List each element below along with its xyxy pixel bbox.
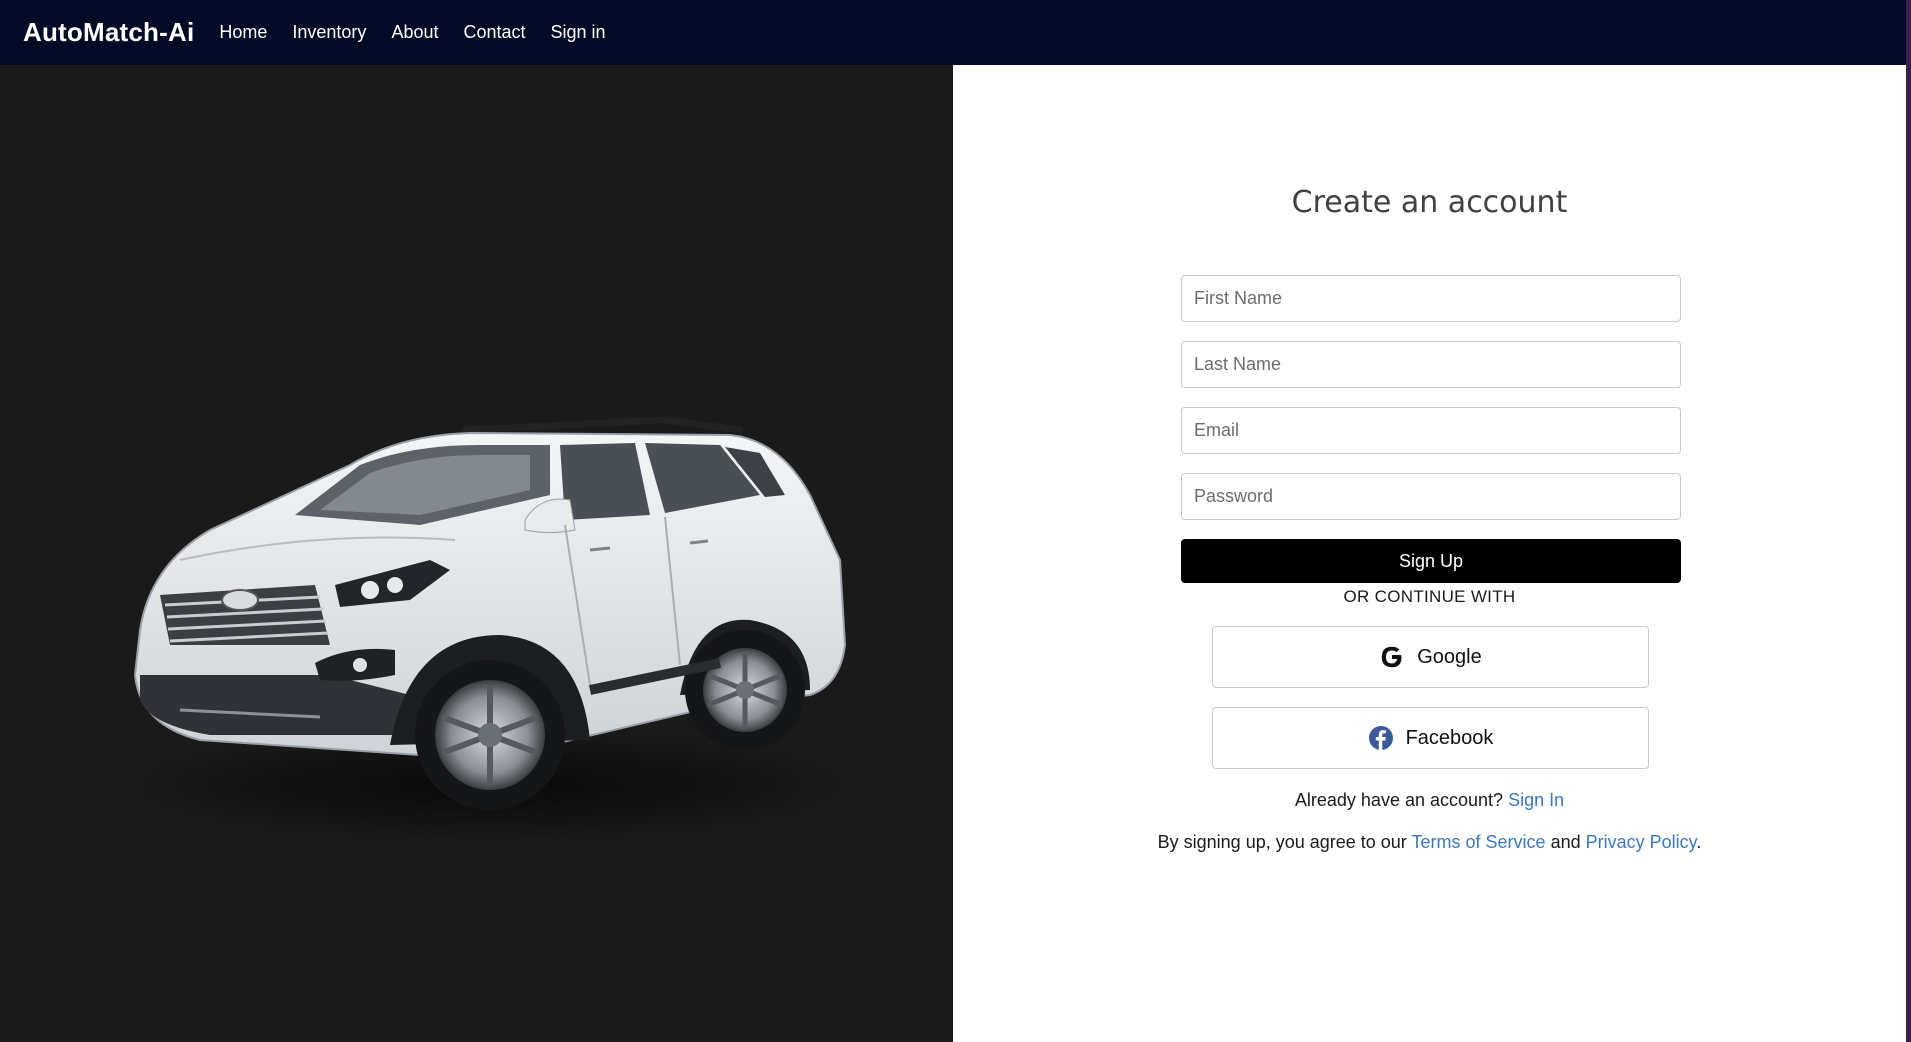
terms-notice: By signing up, you agree to our Terms of… — [953, 832, 1906, 853]
nav-about[interactable]: About — [391, 22, 438, 43]
google-label: Google — [1417, 645, 1482, 668]
sign-in-prompt: Already have an account? Sign In — [953, 790, 1906, 811]
have-account-text: Already have an account? — [1294, 790, 1504, 810]
google-button[interactable]: Google — [1212, 626, 1649, 688]
facebook-icon — [1368, 725, 1394, 751]
agree-text: By signing up, you agree to our — [1157, 832, 1407, 852]
or-continue-divider: OR CONTINUE WITH — [1343, 587, 1516, 606]
nav-home[interactable]: Home — [219, 22, 267, 43]
password-field[interactable] — [1181, 473, 1681, 520]
email-field[interactable] — [1181, 407, 1681, 454]
google-icon — [1379, 644, 1405, 670]
and-text: and — [1550, 832, 1581, 852]
last-name-field[interactable] — [1181, 341, 1681, 388]
privacy-link[interactable]: Privacy Policy — [1586, 832, 1697, 852]
signup-panel: Create an account Sign Up OR CONTINUE WI… — [953, 65, 1906, 1042]
facebook-label: Facebook — [1405, 726, 1494, 749]
period-text: . — [1696, 832, 1702, 852]
sign-up-button[interactable]: Sign Up — [1181, 539, 1681, 583]
terms-link[interactable]: Terms of Service — [1412, 832, 1546, 852]
car-image — [120, 345, 860, 865]
navbar: AutoMatch-Ai Home Inventory About Contac… — [0, 0, 1911, 65]
sign-in-link[interactable]: Sign In — [1508, 790, 1564, 810]
window-edge — [1906, 0, 1911, 1042]
nav-sign-in[interactable]: Sign in — [551, 22, 606, 43]
facebook-button[interactable]: Facebook — [1212, 707, 1649, 769]
page-title: Create an account — [1291, 185, 1568, 220]
nav-inventory[interactable]: Inventory — [292, 22, 366, 43]
hero-panel — [0, 65, 953, 1042]
nav-contact[interactable]: Contact — [463, 22, 525, 43]
brand-logo[interactable]: AutoMatch-Ai — [23, 17, 194, 48]
first-name-field[interactable] — [1181, 275, 1681, 322]
